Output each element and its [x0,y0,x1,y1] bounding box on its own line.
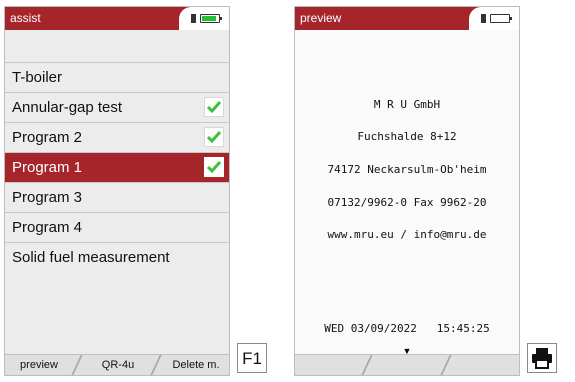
plug-icon [191,14,196,23]
print-preview: M R U GmbH Fuchshalde 8+12 74172 Neckars… [295,30,519,356]
preview-screen: preview M R U GmbH Fuchshalde 8+12 74172… [294,6,520,376]
printer-icon [532,348,552,369]
menu-item[interactable]: Program 4 [5,212,229,242]
menu-item[interactable]: Program 3 [5,182,229,212]
menu-item[interactable]: Solid fuel measurement [5,242,229,272]
receipt-line: 07132/9962-0 Fax 9962-20 [327,196,487,209]
menu-item-label: Annular-gap test [12,99,123,116]
title-bar: preview [295,7,519,30]
screen-title: assist [10,11,41,25]
plug-icon [481,14,486,23]
softkey-delete[interactable]: Delete m. [163,355,229,375]
print-button[interactable] [527,343,557,373]
checkmark-icon [204,157,224,177]
menu-item-label: Program 3 [12,189,83,206]
battery-full-icon [200,14,222,23]
receipt-line: M R U GmbH [373,98,441,111]
menu-item-label: T-boiler [12,69,63,86]
menu-item-label: Program 2 [12,129,83,146]
title-bar: assist [5,7,229,30]
receipt-line: www.mru.eu / info@mru.de [327,228,487,241]
f1-label: F1 [242,349,262,368]
assist-menu: T-boiler Annular-gap test Program 2 Program… [5,62,229,272]
f1-button[interactable]: F1 [237,343,267,373]
battery-level [202,16,216,21]
battery-empty-icon [490,14,512,23]
softkey-preview[interactable]: preview [8,355,70,375]
checkmark-icon [204,127,224,147]
menu-item[interactable]: Program 2 [5,122,229,152]
receipt-line: 74172 Neckarsulm-Ob'heim [327,163,487,176]
menu-item[interactable]: Annular-gap test [5,92,229,122]
menu-item-label: Program 4 [12,219,83,236]
status-area [469,7,519,30]
menu-item[interactable]: Program 1 [5,152,229,182]
assist-screen: assist T-boiler Annular-gap test Program 2… [4,6,230,376]
softkey-qr-4u[interactable]: QR-4u [87,355,149,375]
menu-item-label: Program 1 [12,159,83,176]
softkey-bar: preview QR-4u Delete m. [5,354,229,375]
menu-item[interactable]: T-boiler [5,62,229,92]
softkey-bar [295,354,519,375]
screen-title: preview [300,11,342,25]
menu-item-label: Solid fuel measurement [12,249,170,266]
status-area [179,7,229,30]
receipt-footer: WED 03/09/2022 15:45:25 [324,322,490,335]
receipt-line: Fuchshalde 8+12 [357,130,457,143]
checkmark-icon [204,97,224,117]
